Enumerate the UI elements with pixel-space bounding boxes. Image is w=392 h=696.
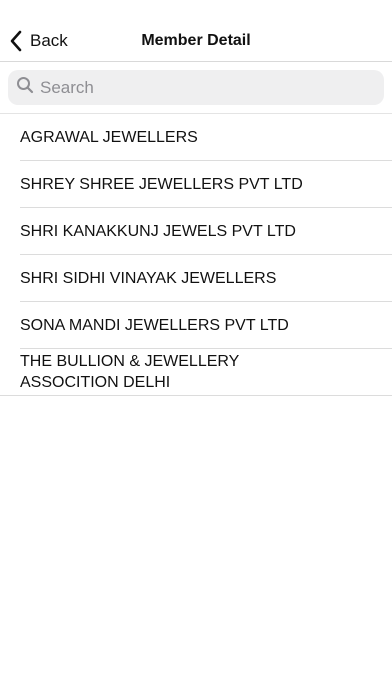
member-name: SHREY SHREE JEWELLERS PVT LTD [20,175,303,193]
member-row[interactable]: SHRI SIDHI VINAYAK JEWELLERS [0,255,392,302]
member-name: AGRAWAL JEWELLERS [20,128,198,146]
member-row[interactable]: SHRI KANAKKUNJ JEWELS PVT LTD [0,208,392,255]
search-input[interactable] [40,72,360,103]
page-title: Member Detail [141,32,251,49]
member-row[interactable]: AGRAWAL JEWELLERS [0,114,392,161]
search-bar[interactable] [8,70,384,105]
member-name: THE BULLION & JEWELLERY ASSOCITION DELHI [20,353,240,391]
member-name: SHRI SIDHI VINAYAK JEWELLERS [20,269,277,287]
row-divider [0,395,392,396]
member-row[interactable]: SHREY SHREE JEWELLERS PVT LTD [0,161,392,208]
member-name: SONA MANDI JEWELLERS PVT LTD [20,316,289,334]
member-name: SHRI KANAKKUNJ JEWELS PVT LTD [20,222,296,240]
member-list: AGRAWAL JEWELLERS SHREY SHREE JEWELLERS … [0,114,392,396]
member-row[interactable]: THE BULLION & JEWELLERY ASSOCITION DELHI [0,349,392,396]
search-icon [16,76,40,99]
navigation-bar: Back Member Detail [0,0,392,62]
member-row[interactable]: SONA MANDI JEWELLERS PVT LTD [0,302,392,349]
